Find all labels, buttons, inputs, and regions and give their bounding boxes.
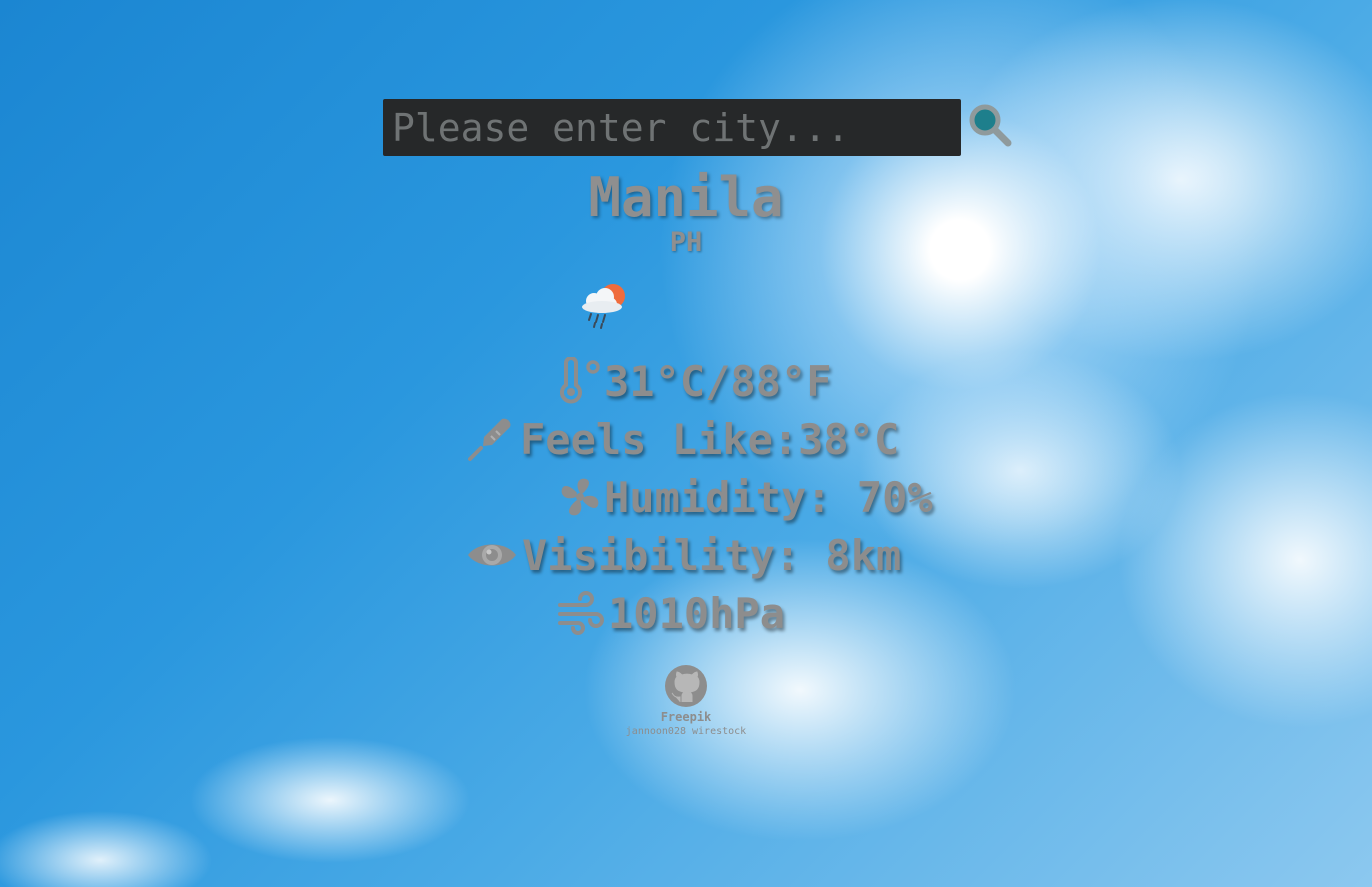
- city-search-input[interactable]: [383, 99, 961, 156]
- feels-like-row: Feels Like:38°C: [466, 414, 899, 464]
- thermometer-slanted-icon: [468, 418, 511, 461]
- temperature-value: 31°C/88°F: [604, 356, 832, 406]
- wind-icon: [558, 591, 604, 635]
- search-bar: [383, 99, 1016, 156]
- country-code: PH: [669, 227, 703, 258]
- fan-icon: [561, 478, 599, 516]
- sun-behind-rain-cloud-icon: [582, 284, 625, 329]
- credit-link[interactable]: Freepik: [0, 710, 1372, 724]
- search-button[interactable]: [966, 101, 1016, 151]
- city-name: Manila: [588, 166, 784, 229]
- credit-authors[interactable]: jannoon028 wirestock: [0, 726, 1372, 737]
- eye-icon: [468, 544, 516, 566]
- temperature-row: 31°C/88°F: [556, 356, 832, 406]
- github-icon[interactable]: [664, 664, 708, 708]
- footer: Freepik jannoon028 wirestock: [0, 664, 1372, 737]
- pressure-row: 1010hPa: [556, 588, 785, 638]
- visibility-row: Visibility: 8km: [466, 530, 901, 580]
- visibility-value: Visibility: 8km: [522, 530, 902, 580]
- pressure-value: 1010hPa: [608, 588, 786, 638]
- thermometer-icon: [560, 357, 600, 404]
- humidity-value: Humidity: 70%: [604, 472, 933, 522]
- humidity-row: Humidity: 70%: [556, 472, 933, 522]
- feels-like-value: Feels Like:38°C: [520, 414, 900, 464]
- search-icon: [969, 104, 1012, 146]
